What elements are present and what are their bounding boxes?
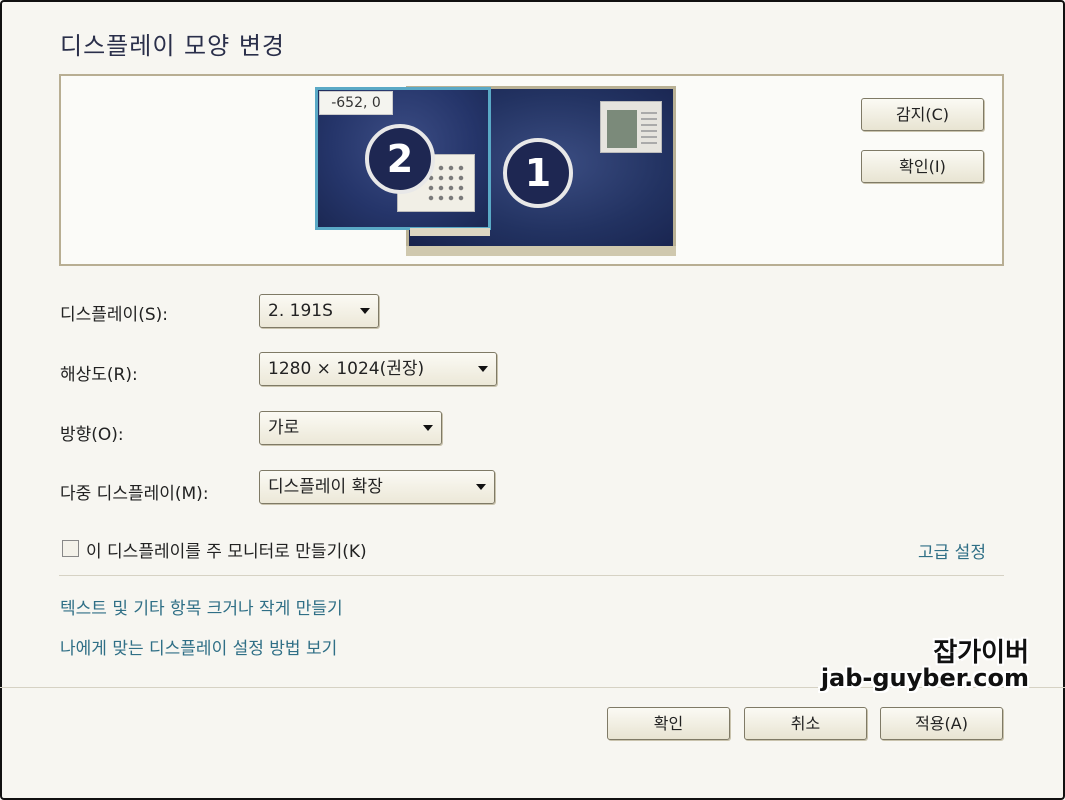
main-monitor-checkbox[interactable] (62, 540, 79, 557)
resolution-select-value: 1280 × 1024(권장) (268, 359, 425, 379)
multiple-displays-label: 다중 디스플레이(M): (60, 484, 209, 504)
chevron-down-icon (476, 484, 486, 490)
window-lines (641, 112, 657, 144)
apply-button[interactable]: 적용(A) (880, 707, 1003, 740)
detect-button[interactable]: 감지(C) (861, 98, 984, 131)
monitor-1-taskbar (406, 246, 676, 256)
window-thumbnail-icon (600, 101, 662, 153)
watermark-url: jab-guyber.com (820, 664, 1029, 692)
display-select-value: 2. 191S (268, 301, 333, 321)
multiple-displays-select[interactable]: 디스플레이 확장 (259, 470, 495, 504)
orientation-label: 방향(O): (60, 425, 124, 445)
monitor-coordinate-label: -652, 0 (319, 91, 393, 115)
multiple-displays-select-value: 디스플레이 확장 (268, 477, 383, 497)
display-help-link[interactable]: 나에게 맞는 디스플레이 설정 방법 보기 (60, 634, 337, 659)
text-size-link[interactable]: 텍스트 및 기타 항목 크거나 작게 만들기 (60, 594, 343, 619)
chevron-down-icon (478, 366, 488, 372)
separator (59, 575, 1004, 576)
resolution-label: 해상도(R): (60, 365, 138, 385)
monitor-2-number: 2 (365, 124, 435, 194)
chevron-down-icon (423, 425, 433, 431)
main-monitor-checkbox-label[interactable]: 이 디스플레이를 주 모니터로 만들기(K) (86, 537, 367, 562)
orientation-select-value: 가로 (268, 418, 300, 438)
identify-button[interactable]: 확인(I) (861, 150, 984, 183)
display-label: 디스플레이(S): (60, 305, 168, 325)
resolution-select[interactable]: 1280 × 1024(권장) (259, 352, 497, 386)
orientation-select[interactable]: 가로 (259, 411, 442, 445)
cancel-button[interactable]: 취소 (744, 707, 867, 740)
monitor-1-number: 1 (503, 138, 573, 208)
monitor-2-taskbar (410, 228, 490, 236)
display-select[interactable]: 2. 191S (259, 294, 379, 328)
page-title: 디스플레이 모양 변경 (60, 32, 285, 60)
window-pane (607, 110, 637, 148)
chevron-down-icon (360, 308, 370, 314)
advanced-settings-link[interactable]: 고급 설정 (918, 538, 986, 563)
ok-button[interactable]: 확인 (607, 707, 730, 740)
